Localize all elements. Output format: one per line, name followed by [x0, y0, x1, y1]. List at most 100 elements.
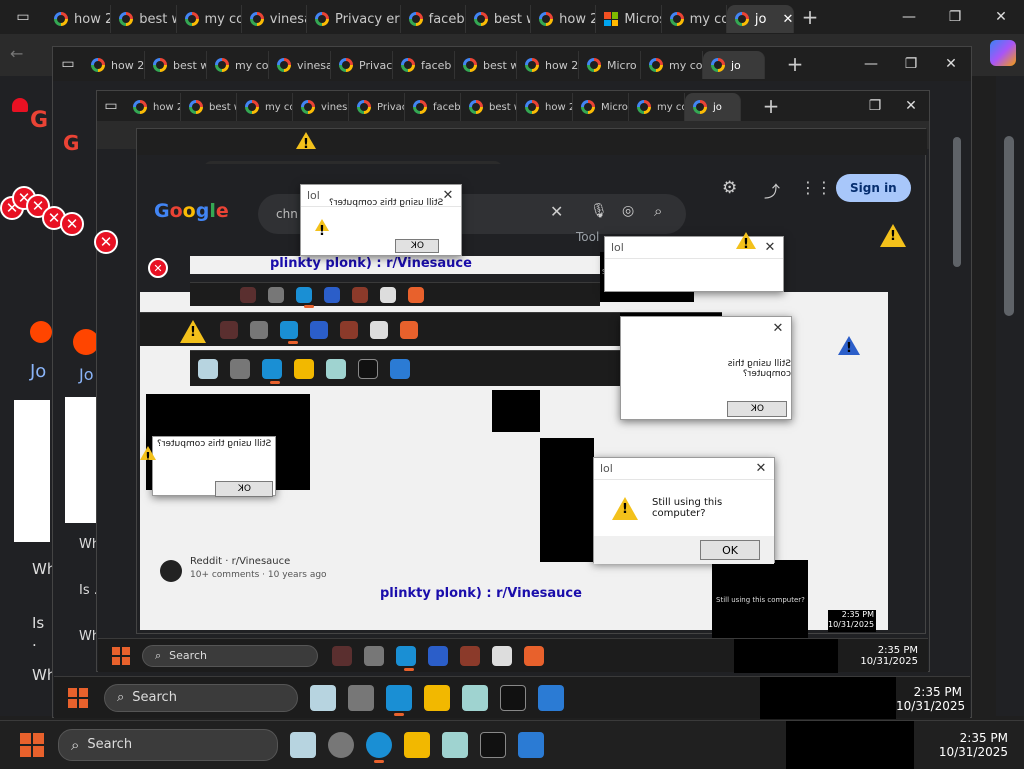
- app-icon[interactable]: [390, 358, 410, 379]
- restore-button[interactable]: ❐: [932, 0, 978, 34]
- tab-5[interactable]: faceb: [405, 93, 461, 121]
- reddit-result-title[interactable]: plinkty plonk) : r/Vinesauce: [270, 256, 472, 271]
- tab-10[interactable]: jo: [685, 93, 741, 121]
- minimize-button[interactable]: —: [886, 0, 932, 34]
- start-button[interactable]: [112, 646, 130, 665]
- sign-in-button[interactable]: Sign in: [836, 174, 911, 202]
- ok-button[interactable]: OK: [215, 481, 273, 497]
- new-tab-button[interactable]: +: [755, 94, 787, 118]
- taskbar-clock[interactable]: 2:35 PM 10/31/2025: [930, 731, 1008, 759]
- tab-10[interactable]: jo ✕: [726, 5, 794, 33]
- result-title-fragment[interactable]: Jo: [30, 361, 46, 382]
- terminal-app-icon[interactable]: [370, 320, 388, 339]
- ok-button[interactable]: OK: [700, 540, 760, 560]
- tab-8[interactable]: Micros: [596, 5, 662, 33]
- app-icon[interactable]: [408, 286, 424, 303]
- tab-0[interactable]: how 2: [83, 51, 145, 79]
- tab-9[interactable]: my co: [629, 93, 685, 121]
- tab-6[interactable]: best w: [455, 51, 517, 79]
- taskbar-clock[interactable]: 2:35 PM 10/31/2025: [896, 685, 965, 713]
- result-title-fragment[interactable]: Jo: [79, 365, 94, 384]
- back-icon[interactable]: ←: [10, 44, 23, 63]
- settings-app-icon[interactable]: [348, 684, 374, 711]
- result-source[interactable]: Reddit · r/Vinesauce: [190, 556, 290, 567]
- tab-1[interactable]: best w: [181, 93, 237, 121]
- tab-2[interactable]: my co: [207, 51, 269, 79]
- tab-3[interactable]: vinesa: [293, 93, 349, 121]
- share-icon[interactable]: ⤴: [764, 178, 780, 202]
- apps-grid-icon[interactable]: ⋮⋮: [800, 178, 832, 197]
- edge-app-icon[interactable]: [366, 731, 392, 763]
- scrollbar-thumb[interactable]: [953, 137, 961, 267]
- edge-app-icon[interactable]: [262, 358, 282, 384]
- ok-button[interactable]: OK: [727, 401, 787, 417]
- tab-7[interactable]: how 2: [531, 5, 597, 33]
- app-icon[interactable]: [332, 645, 352, 666]
- scrollbar-thumb[interactable]: [1004, 136, 1014, 316]
- close-window-button[interactable]: ✕: [893, 91, 929, 121]
- tools-tab[interactable]: Tool: [576, 230, 599, 244]
- app-icon[interactable]: [290, 731, 316, 758]
- terminal-app-icon[interactable]: [380, 286, 396, 303]
- folder-app-icon[interactable]: [324, 286, 340, 303]
- tab-6[interactable]: best w: [461, 93, 517, 121]
- tab-actions-icon[interactable]: ▭: [53, 47, 83, 81]
- settings-app-icon[interactable]: [364, 645, 384, 666]
- app-icon[interactable]: [326, 358, 346, 379]
- terminal-app-icon[interactable]: [358, 358, 378, 379]
- edge-app-icon[interactable]: [396, 645, 416, 671]
- tab-0[interactable]: how 2: [125, 93, 181, 121]
- search-icon[interactable]: ⌕: [654, 202, 662, 220]
- app-icon[interactable]: [524, 645, 544, 666]
- app-icon[interactable]: [340, 320, 358, 339]
- app-icon[interactable]: [198, 358, 218, 379]
- tab-10[interactable]: jo: [703, 51, 765, 79]
- app-icon[interactable]: [518, 731, 544, 758]
- tab-0[interactable]: how 2: [46, 5, 112, 33]
- start-button[interactable]: [68, 687, 88, 708]
- tab-7[interactable]: how 2: [517, 93, 573, 121]
- restore-button[interactable]: ❐: [891, 47, 931, 81]
- tab-5[interactable]: faceb: [393, 51, 455, 79]
- new-tab-button[interactable]: +: [779, 52, 811, 76]
- close-tab-icon[interactable]: ✕: [782, 12, 793, 27]
- close-window-button[interactable]: ✕: [978, 0, 1024, 34]
- tab-4[interactable]: Privacy erro: [331, 51, 393, 79]
- folder-app-icon[interactable]: [428, 645, 448, 666]
- google-logo[interactable]: Google: [154, 200, 229, 222]
- app-icon[interactable]: [352, 286, 368, 303]
- folder-app-icon[interactable]: [404, 731, 430, 758]
- tab-5[interactable]: faceb: [401, 5, 466, 33]
- taskbar-clock[interactable]: 2:35 PM 10/31/2025: [838, 645, 918, 667]
- minimize-button[interactable]: —: [851, 47, 891, 81]
- edge-app-icon[interactable]: [280, 320, 298, 344]
- settings-app-icon[interactable]: [250, 320, 268, 339]
- app-icon[interactable]: [220, 320, 238, 339]
- settings-gear-icon[interactable]: ⚙: [722, 178, 737, 198]
- app-icon[interactable]: [460, 645, 480, 666]
- tab-3[interactable]: vinesa: [242, 5, 307, 33]
- ok-button[interactable]: OK: [395, 239, 439, 253]
- terminal-app-icon[interactable]: [480, 731, 506, 758]
- taskbar-search[interactable]: ⌕ Search: [142, 644, 318, 667]
- close-icon[interactable]: ✕: [748, 461, 774, 476]
- reddit-result-title[interactable]: plinkty plonk) : r/Vinesauce: [380, 586, 582, 601]
- settings-app-icon[interactable]: [328, 731, 354, 758]
- start-button[interactable]: [20, 732, 44, 757]
- folder-app-icon[interactable]: [294, 358, 314, 379]
- tab-6[interactable]: best w: [466, 5, 532, 33]
- folder-app-icon[interactable]: [424, 684, 450, 711]
- close-icon[interactable]: ✕: [757, 240, 783, 255]
- microphone-icon[interactable]: 🎙: [590, 203, 608, 219]
- tab-4[interactable]: Privacy erro: [307, 5, 401, 33]
- close-window-button[interactable]: ✕: [931, 47, 971, 81]
- tab-1[interactable]: best w: [111, 5, 177, 33]
- tab-7[interactable]: how 2: [517, 51, 579, 79]
- app-icon[interactable]: [240, 286, 256, 303]
- tab-4[interactable]: Privacy erro: [349, 93, 405, 121]
- terminal-app-icon[interactable]: [492, 645, 512, 666]
- lens-icon[interactable]: ◎: [622, 203, 634, 219]
- settings-app-icon[interactable]: [268, 286, 284, 303]
- app-icon[interactable]: [462, 684, 488, 711]
- copilot-icon[interactable]: [990, 40, 1016, 66]
